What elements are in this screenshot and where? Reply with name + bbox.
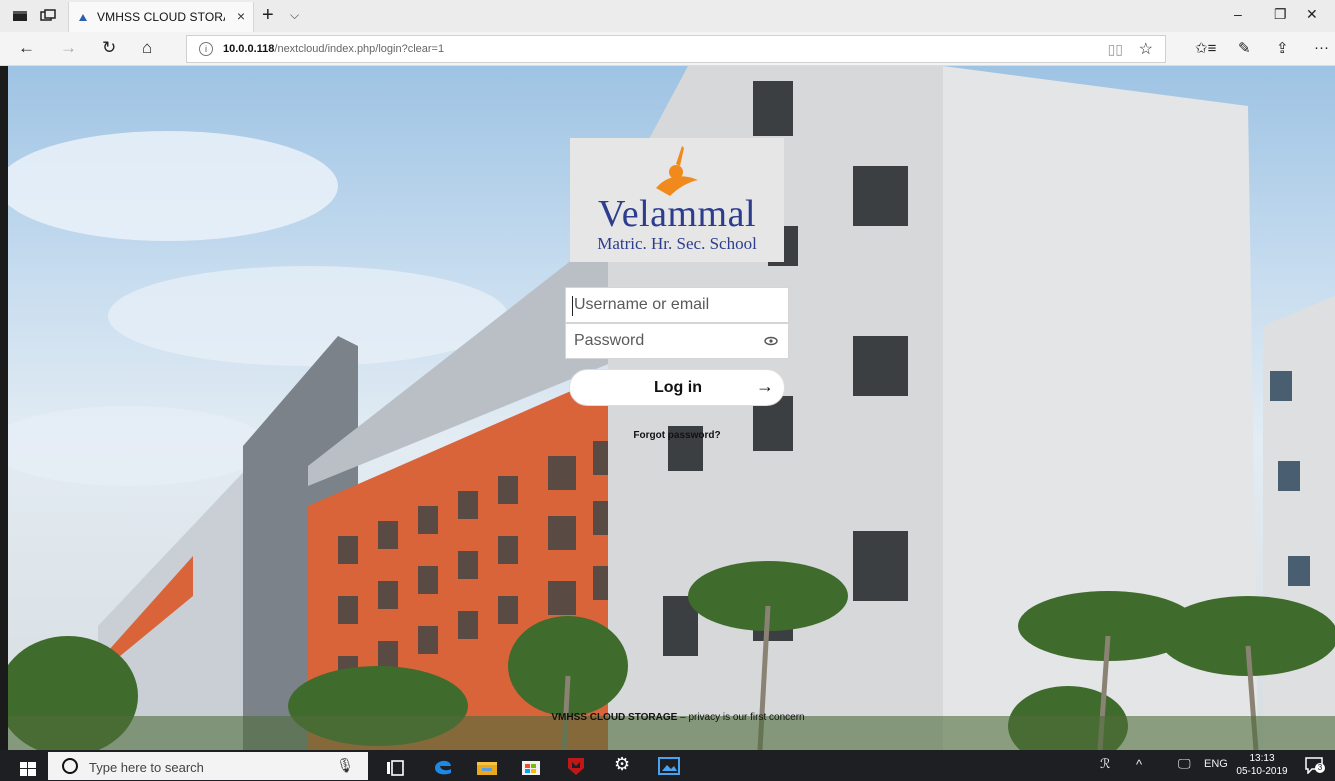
- microphone-icon[interactable]: 🎙︎: [336, 757, 354, 774]
- more-menu-icon[interactable]: ···: [1314, 39, 1329, 56]
- minimize-button[interactable]: –: [1234, 6, 1242, 22]
- refresh-button[interactable]: ↻: [102, 38, 116, 58]
- forward-button[interactable]: →: [60, 38, 77, 58]
- login-button[interactable]: Log in →: [569, 369, 785, 406]
- input-language-indicator[interactable]: ENG: [1204, 758, 1228, 770]
- address-toolbar: ← → ↻ ⌂ i 10.0.0.118/nextcloud/index.php…: [0, 32, 1335, 66]
- url-host: 10.0.0.118: [223, 43, 275, 55]
- login-button-label: Log in: [654, 379, 702, 396]
- share-icon[interactable]: ⇪: [1276, 39, 1289, 57]
- edge-browser-icon[interactable]: [432, 756, 454, 776]
- nextcloud-favicon-icon: [79, 14, 87, 21]
- username-input[interactable]: [566, 288, 788, 322]
- tab-list-chevron-icon[interactable]: ⌵: [290, 8, 299, 23]
- file-explorer-icon[interactable]: [476, 758, 498, 778]
- login-page-background: Velammal Matric. Hr. Sec. School Log in …: [8, 66, 1335, 750]
- brand-subtitle: Matric. Hr. Sec. School: [597, 234, 757, 253]
- back-button[interactable]: ←: [18, 38, 35, 58]
- tab-title: VMHSS CLOUD STORAC: [97, 10, 225, 24]
- browser-title-bar: VMHSS CLOUD STORAC × + ⌵ – ❐ ✕: [0, 0, 1335, 32]
- text-caret: [572, 296, 573, 316]
- show-hidden-icons-chevron-icon[interactable]: ^: [1136, 757, 1142, 772]
- mcafee-shield-icon[interactable]: [566, 756, 586, 776]
- action-center-icon[interactable]: 3: [1304, 756, 1325, 775]
- close-window-button[interactable]: ✕: [1306, 6, 1318, 23]
- show-password-eye-icon[interactable]: [764, 334, 778, 348]
- footer-brand[interactable]: VMHSS CLOUD STORAGE: [551, 712, 677, 723]
- arrow-right-icon: →: [756, 376, 774, 396]
- task-view-icon[interactable]: [386, 758, 404, 778]
- tab-preview-icon[interactable]: [40, 9, 56, 23]
- page-footer: VMHSS CLOUD STORAGE – privacy is our fir…: [498, 712, 858, 723]
- store-icon[interactable]: [520, 756, 542, 776]
- settings-gear-icon[interactable]: ⚙: [614, 754, 630, 774]
- clock-date: 05-10-2019: [1236, 766, 1288, 777]
- taskbar-search-box[interactable]: Type here to search 🎙︎: [48, 752, 368, 780]
- photos-app-icon[interactable]: [658, 756, 680, 776]
- forgot-password-link[interactable]: Forgot password?: [608, 430, 746, 441]
- password-field[interactable]: [565, 323, 789, 359]
- site-info-icon[interactable]: i: [199, 42, 213, 56]
- url-path: /nextcloud/index.php/login?clear=1: [274, 43, 445, 55]
- people-icon[interactable]: ℛ: [1100, 756, 1110, 772]
- add-favorite-star-icon[interactable]: ☆: [1139, 39, 1153, 59]
- maximize-button[interactable]: ❐: [1274, 6, 1287, 23]
- home-button[interactable]: ⌂: [142, 38, 152, 58]
- web-notes-pen-icon[interactable]: ✎: [1238, 39, 1251, 57]
- notification-count-badge: 3: [1315, 763, 1325, 773]
- address-bar[interactable]: i 10.0.0.118/nextcloud/index.php/login?c…: [186, 35, 1166, 63]
- close-tab-icon[interactable]: ×: [237, 8, 245, 24]
- cortana-icon: [62, 758, 78, 774]
- username-field[interactable]: [565, 287, 789, 323]
- taskbar-clock[interactable]: 13:13 05-10-2019: [1236, 752, 1288, 778]
- reading-view-icon[interactable]: ▯▯: [1108, 41, 1123, 58]
- new-tab-button[interactable]: +: [262, 4, 274, 27]
- footer-tagline: – privacy is our first concern: [677, 712, 805, 723]
- tab-vmhss-cloud-storage[interactable]: VMHSS CLOUD STORAC ×: [68, 2, 254, 32]
- favorites-hub-icon[interactable]: ✩≡: [1195, 39, 1216, 57]
- set-aside-tabs-icon[interactable]: [12, 9, 28, 23]
- school-logo: Velammal Matric. Hr. Sec. School: [570, 138, 784, 262]
- url-text[interactable]: 10.0.0.118/nextcloud/index.php/login?cle…: [223, 43, 444, 55]
- password-input[interactable]: [566, 324, 788, 358]
- windows-start-icon[interactable]: [20, 759, 36, 779]
- search-placeholder: Type here to search: [89, 760, 204, 775]
- windows-taskbar: Type here to search 🎙︎ ⚙ ℛ ^ 🖵 ENG 13:13…: [0, 750, 1335, 781]
- clock-time: 13:13: [1249, 753, 1275, 764]
- network-icon[interactable]: 🖵: [1178, 756, 1191, 772]
- brand-name: Velammal: [597, 193, 757, 235]
